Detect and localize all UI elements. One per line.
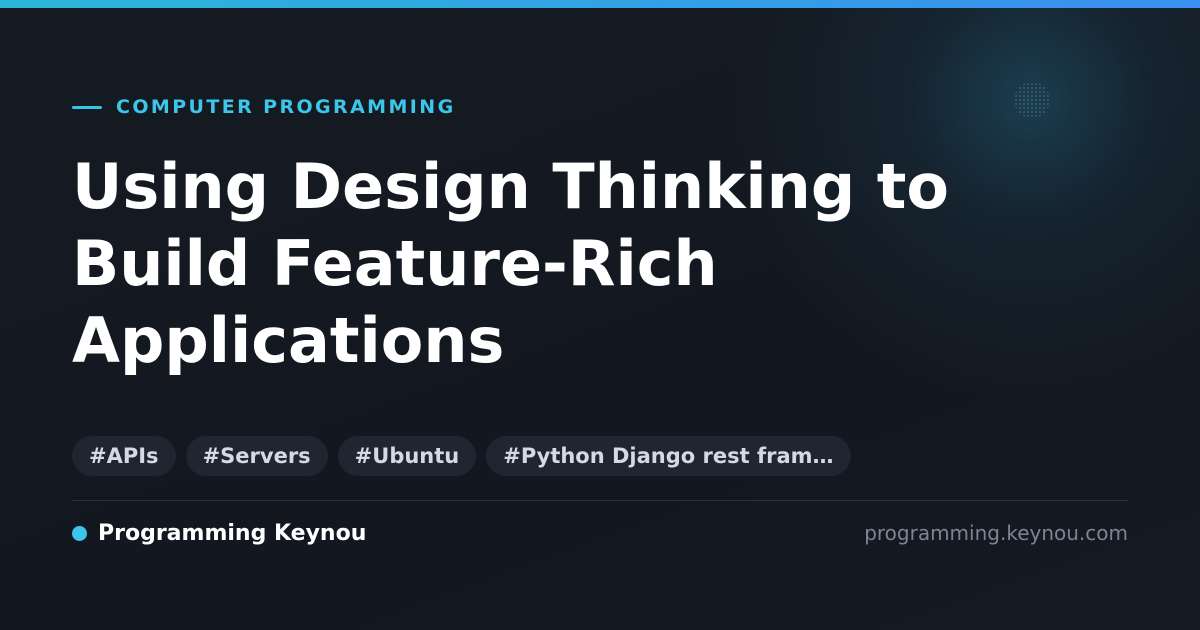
tag-list: #APIs #Servers #Ubuntu #Python Django re… (72, 436, 851, 476)
tag-ubuntu: #Ubuntu (337, 436, 477, 476)
tag-apis: #APIs (72, 436, 176, 476)
dash-icon (72, 105, 102, 109)
dot-pattern-decoration (1014, 82, 1050, 118)
category-row: COMPUTER PROGRAMMING (72, 94, 456, 120)
tag-python-django: #Python Django rest fram… (486, 436, 851, 476)
brand-dot-icon (72, 525, 87, 541)
brand-name: Programming Keynou (98, 520, 367, 546)
article-title: Using Design Thinking to Build Feature-R… (72, 150, 950, 377)
share-card: COMPUTER PROGRAMMING Using Design Thinki… (0, 0, 1200, 630)
category-label: COMPUTER PROGRAMMING (116, 96, 456, 118)
brand: Programming Keynou (72, 518, 366, 548)
site-url: programming.keynou.com (864, 521, 1128, 545)
top-accent-bar (0, 0, 1200, 8)
tag-servers: #Servers (185, 436, 328, 476)
footer-divider (72, 500, 1128, 501)
